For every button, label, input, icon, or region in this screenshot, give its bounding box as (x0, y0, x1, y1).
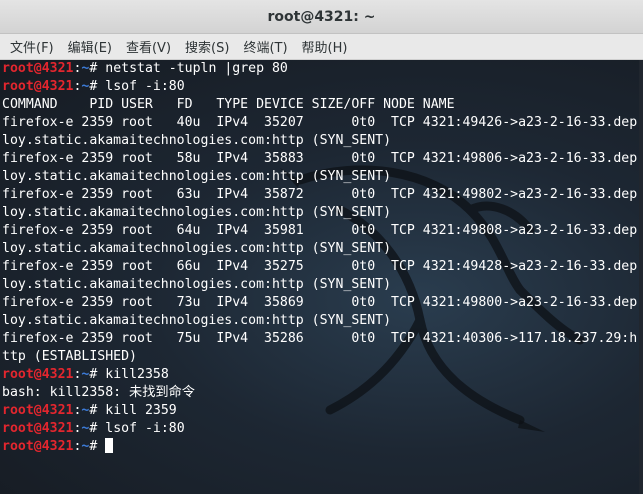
prompt-user-host: root@4321 (2, 61, 74, 76)
output-line: firefox-e 2359 root 40u IPv4 35207 0t0 T… (2, 115, 638, 130)
prompt-line: root@4321:~# netstat -tupln |grep 80 (2, 60, 643, 78)
output-line: loy.static.akamaitechnologies.com:http (… (2, 277, 392, 292)
text-cursor (105, 438, 114, 453)
command-text: kill2358 (105, 367, 169, 382)
menu-view[interactable]: 查看(V) (122, 37, 175, 56)
prompt-user-host: root@4321 (2, 403, 74, 418)
output-line: firefox-e 2359 root 73u IPv4 35869 0t0 T… (2, 295, 638, 310)
menu-help[interactable]: 帮助(H) (298, 37, 352, 56)
output-line: firefox-e 2359 root 66u IPv4 35275 0t0 T… (2, 259, 638, 274)
command-text: lsof -i:80 (105, 421, 185, 436)
menu-terminal[interactable]: 终端(T) (239, 37, 291, 56)
output-line: ttp (ESTABLISHED) (2, 349, 137, 364)
prompt-line: root@4321:~# (2, 438, 643, 456)
menu-file[interactable]: 文件(F) (6, 37, 58, 56)
terminal-scrollbar[interactable] (639, 60, 643, 494)
output-line: loy.static.akamaitechnologies.com:http (… (2, 313, 392, 328)
command-text: lsof -i:80 (105, 79, 185, 94)
prompt-user-host: root@4321 (2, 439, 74, 454)
output-line: loy.static.akamaitechnologies.com:http (… (2, 133, 392, 148)
prompt-symbol: # (89, 79, 106, 94)
prompt-symbol: # (89, 439, 106, 454)
window-title: root@4321: ~ (267, 8, 376, 25)
output-line: loy.static.akamaitechnologies.com:http (… (2, 241, 392, 256)
output-line: firefox-e 2359 root 58u IPv4 35883 0t0 T… (2, 151, 638, 166)
terminal-output: root@4321:~# netstat -tupln |grep 80 root… (2, 60, 643, 456)
prompt-symbol: # (89, 61, 106, 76)
output-line: firefox-e 2359 root 64u IPv4 35981 0t0 T… (2, 223, 638, 238)
output-line: COMMAND PID USER FD TYPE DEVICE SIZE/OFF… (2, 97, 455, 112)
output-line: loy.static.akamaitechnologies.com:http (… (2, 205, 392, 220)
prompt-line: root@4321:~# kill 2359 (2, 402, 643, 420)
prompt-user-host: root@4321 (2, 79, 74, 94)
menu-bar: 文件(F) 编辑(E) 查看(V) 搜索(S) 终端(T) 帮助(H) (0, 34, 643, 60)
menu-edit[interactable]: 编辑(E) (64, 37, 116, 56)
menu-search[interactable]: 搜索(S) (181, 37, 233, 56)
output-line: firefox-e 2359 root 75u IPv4 35286 0t0 T… (2, 331, 638, 346)
prompt-symbol: # (89, 403, 106, 418)
prompt-symbol: # (89, 421, 106, 436)
title-bar[interactable]: root@4321: ~ (0, 0, 643, 34)
output-line: bash: kill2358: 未找到命令 (2, 385, 195, 400)
output-line: firefox-e 2359 root 63u IPv4 35872 0t0 T… (2, 187, 638, 202)
prompt-user-host: root@4321 (2, 421, 74, 436)
prompt-user-host: root@4321 (2, 367, 74, 382)
prompt-symbol: # (89, 367, 106, 382)
output-line: loy.static.akamaitechnologies.com:http (… (2, 169, 392, 184)
command-text: kill 2359 (105, 403, 177, 418)
terminal-window: root@4321: ~ 文件(F) 编辑(E) 查看(V) 搜索(S) 终端(… (0, 0, 643, 494)
prompt-line: root@4321:~# kill2358 (2, 366, 643, 384)
terminal-area[interactable]: root@4321:~# netstat -tupln |grep 80 root… (0, 60, 643, 494)
prompt-line: root@4321:~# lsof -i:80 (2, 420, 643, 438)
prompt-line: root@4321:~# lsof -i:80 (2, 78, 643, 96)
command-text: netstat -tupln |grep 80 (105, 61, 288, 76)
